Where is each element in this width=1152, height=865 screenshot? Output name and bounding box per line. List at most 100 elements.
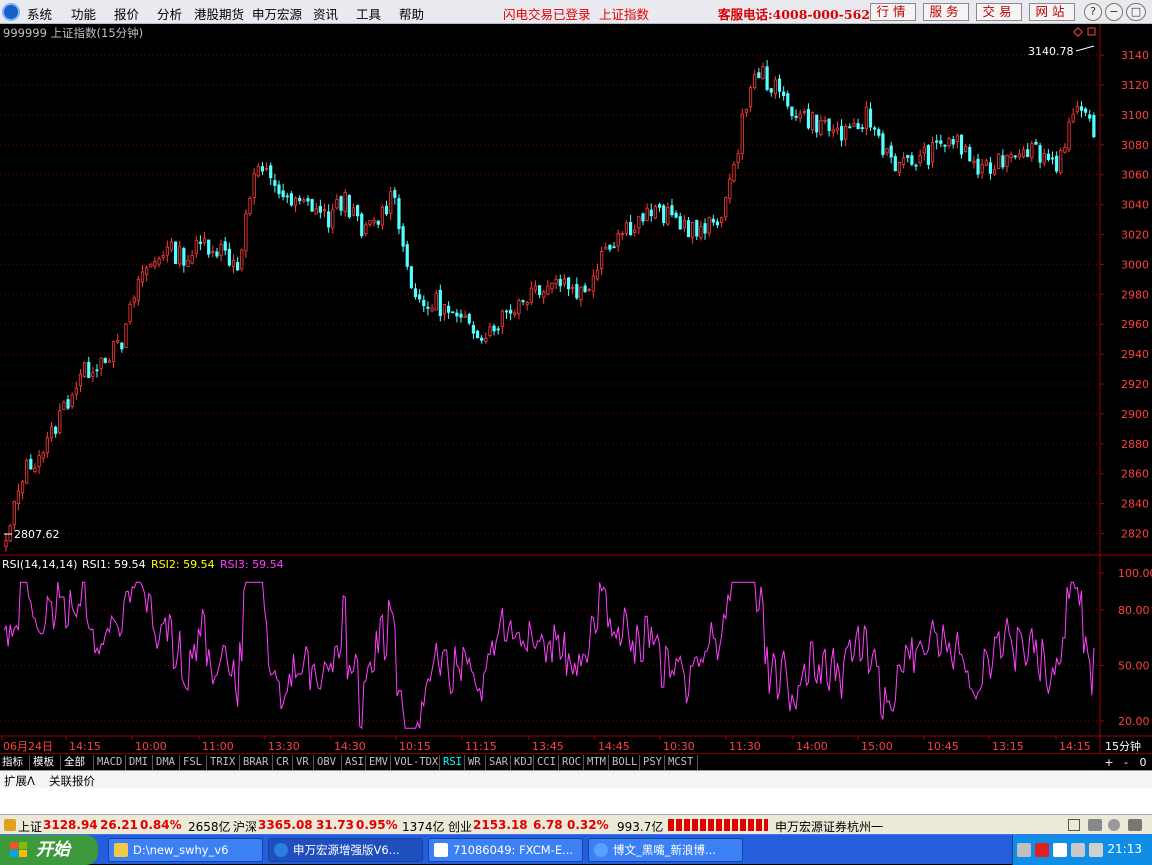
indicator-tab-kdj[interactable]: KDJ	[512, 755, 534, 770]
candle-body	[182, 248, 186, 266]
candle-body	[339, 196, 343, 211]
indicator-tab-brar[interactable]: BRAR	[241, 755, 273, 770]
indicator-tab-fsl[interactable]: FSL	[181, 755, 207, 770]
candle-body	[186, 259, 190, 267]
menu-tools[interactable]: 工具	[356, 4, 381, 23]
maximize-icon[interactable]: □	[1126, 3, 1146, 21]
indicator-tab-mtm[interactable]: MTM	[585, 755, 609, 770]
menu-news[interactable]: 资讯	[313, 4, 338, 23]
settings-icon[interactable]	[1108, 819, 1120, 831]
indicator-tab-trix[interactable]: TRIX	[208, 755, 240, 770]
tray-check-icon[interactable]	[1053, 843, 1067, 857]
menu-quote[interactable]: 报价	[114, 4, 139, 23]
task-browser[interactable]: 博文_黑嘴_新浪博...	[588, 838, 743, 862]
service-button[interactable]: 服务	[923, 3, 969, 21]
start-button[interactable]: 开始	[0, 835, 98, 865]
indicator-tab-roc[interactable]: ROC	[560, 755, 584, 770]
indicator-tab-cci[interactable]: CCI	[535, 755, 559, 770]
menu-system[interactable]: 系统	[27, 4, 52, 23]
related-quote-tab[interactable]: 关联报价	[49, 773, 95, 789]
candle-body	[513, 312, 517, 315]
sh-change: 26.21	[100, 818, 138, 832]
candle-body	[1055, 155, 1059, 172]
indicator-tab-模板[interactable]: 模板	[31, 755, 61, 770]
candle-body	[37, 455, 41, 468]
indicator-tab-asi[interactable]: ASI	[343, 755, 366, 770]
trade-button[interactable]: 交易	[976, 3, 1022, 21]
x-tick-label: 14:15	[1059, 740, 1091, 753]
zoom-out-button[interactable]: -	[1119, 756, 1133, 769]
status-box-icon[interactable]	[1068, 819, 1080, 831]
price-tick-label: 2880	[1121, 438, 1149, 451]
hs-vol: 1374亿	[402, 820, 445, 834]
indicator-tab-emv[interactable]: EMV	[367, 755, 391, 770]
market-button[interactable]: 行情	[870, 3, 916, 21]
task-swhy-app[interactable]: 申万宏源增强版V6...	[268, 838, 423, 862]
lock-icon[interactable]	[1128, 819, 1142, 831]
chart-area[interactable]: 2820 2840 2860 2880 2900 2920 2940 2960 2980 3000…	[0, 24, 1152, 756]
menu-help[interactable]: 帮助	[399, 4, 424, 23]
candle-body	[327, 211, 331, 228]
indicator-tab-macd[interactable]: MACD	[95, 755, 126, 770]
indicator-tab-rsi[interactable]: RSI	[441, 755, 465, 770]
indicator-tab-wr[interactable]: WR	[466, 755, 486, 770]
candle-body	[248, 197, 252, 215]
candle-body	[446, 305, 451, 313]
menu-function[interactable]: 功能	[71, 4, 96, 23]
task-fxcm[interactable]: 71086049: FXCM-E...	[428, 838, 583, 862]
candle-body	[537, 285, 542, 296]
candle-body	[360, 213, 364, 237]
swhy-app-icon	[274, 843, 288, 857]
indicator-tab-dmi[interactable]: DMI	[127, 755, 153, 770]
current-index-label: 上证指数	[599, 7, 650, 22]
menu-swhy[interactable]: 申万宏源	[252, 4, 302, 23]
candle-body	[74, 387, 78, 395]
minimize-icon[interactable]: −	[1105, 3, 1123, 21]
website-button[interactable]: 网站	[1029, 3, 1075, 21]
candle-body	[401, 226, 405, 247]
indicator-tab-指标[interactable]: 指标	[0, 755, 30, 770]
indicator-tab-vr[interactable]: VR	[294, 755, 314, 770]
candle-body	[724, 197, 728, 218]
indicator-tab-全部[interactable]: 全部	[62, 755, 94, 770]
indicator-tab-sar[interactable]: SAR	[487, 755, 511, 770]
hs-pct: 0.95%	[356, 818, 398, 832]
indicator-tab-cr[interactable]: CR	[274, 755, 293, 770]
indicator-tab-psy[interactable]: PSY	[641, 755, 665, 770]
candle-body	[873, 127, 877, 130]
candle-body	[500, 310, 504, 327]
candle-body	[782, 91, 786, 97]
expand-tab[interactable]: 扩展Λ	[4, 773, 35, 789]
zoom-in-button[interactable]: +	[1102, 756, 1116, 769]
candle-body	[434, 292, 438, 311]
rsi-tick-label: 50.00	[1118, 659, 1150, 672]
cy-label: 创业	[448, 820, 473, 834]
indicator-tab-dma[interactable]: DMA	[154, 755, 180, 770]
indicator-tab-mcst[interactable]: MCST	[666, 755, 698, 770]
tray-keyboard-icon[interactable]	[1017, 843, 1031, 857]
menu-analysis[interactable]: 分析	[157, 4, 182, 23]
candle-body	[471, 325, 476, 334]
sh-vol: 2658亿	[188, 820, 231, 834]
candle-body	[889, 145, 893, 158]
candle-body	[943, 144, 947, 147]
reset-button[interactable]: 0	[1136, 756, 1150, 769]
indicator-tab-obv[interactable]: OBV	[315, 755, 342, 770]
menu-hk-futures[interactable]: 港股期货	[194, 4, 244, 23]
candle-body	[467, 313, 471, 324]
help-icon[interactable]: ?	[1084, 3, 1102, 21]
candle-body	[111, 341, 116, 362]
candle-body	[488, 326, 492, 337]
tray-network-icon[interactable]	[1071, 843, 1085, 857]
grid-layer	[0, 54, 1100, 722]
tray-antivirus-icon[interactable]	[1035, 843, 1049, 857]
candle-body	[885, 148, 889, 154]
task-explorer[interactable]: D:\new_swhy_v6	[108, 838, 263, 862]
indicator-tab-boll[interactable]: BOLL	[610, 755, 640, 770]
indicator-tab-vol-tdx[interactable]: VOL-TDX	[392, 755, 440, 770]
period-label[interactable]: 15分钟	[1105, 739, 1141, 753]
tray-volume-icon[interactable]	[1089, 843, 1103, 857]
chart-canvas[interactable]: 2820 2840 2860 2880 2900 2920 2940 2960 2980 3000…	[0, 24, 1152, 756]
candle-body	[269, 165, 273, 179]
signal-icon[interactable]	[1088, 819, 1102, 831]
